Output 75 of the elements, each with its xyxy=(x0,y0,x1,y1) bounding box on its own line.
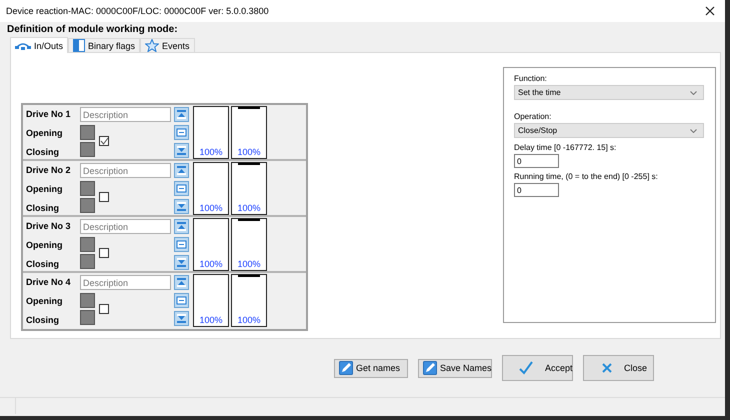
color-swatch[interactable] xyxy=(80,237,95,252)
opening-label: Opening xyxy=(26,184,64,194)
stop-icon[interactable] xyxy=(174,237,189,252)
move-down-icon[interactable] xyxy=(174,311,189,326)
tab[interactable]: In/Outs xyxy=(10,37,68,53)
description-field[interactable]: Description xyxy=(80,275,171,290)
color-swatch[interactable] xyxy=(80,142,95,157)
color-swatch[interactable] xyxy=(80,198,95,213)
closing-label: Closing xyxy=(26,203,60,213)
button[interactable]: Accept xyxy=(502,355,573,381)
field-label: Running time, (0 = to the end) [0 -255] s: xyxy=(514,172,658,181)
move-up-icon[interactable] xyxy=(174,219,189,234)
opening-label: Opening xyxy=(26,128,64,138)
move-down-icon[interactable] xyxy=(174,199,189,214)
meter-reading: 100% xyxy=(199,259,223,270)
meter-reading: 100% xyxy=(237,259,261,270)
checkbox[interactable] xyxy=(99,304,109,314)
drive-label: Drive No 3 xyxy=(26,221,72,231)
closing-label: Closing xyxy=(26,259,60,269)
meter-reading: 100% xyxy=(199,203,223,214)
button[interactable]: Save Names xyxy=(418,358,492,378)
move-down-icon[interactable] xyxy=(174,143,189,158)
input-field[interactable]: 0 xyxy=(514,183,559,197)
drive-label: Drive No 4 xyxy=(26,277,72,287)
field-label: Delay time [0 -167772. 15] s: xyxy=(514,143,616,152)
section-heading: Definition of module working mode: xyxy=(6,23,179,36)
field-label: Function: xyxy=(514,74,547,83)
move-up-icon[interactable] xyxy=(174,275,189,290)
button[interactable]: Get names xyxy=(334,358,408,378)
move-up-icon[interactable] xyxy=(174,107,189,122)
opening-label: Opening xyxy=(26,296,64,306)
closing-label: Closing xyxy=(26,147,60,157)
checkbox[interactable] xyxy=(99,248,109,258)
checkbox[interactable] xyxy=(99,192,109,202)
stop-icon[interactable] xyxy=(174,293,189,308)
star-icon xyxy=(145,39,160,52)
dropdown[interactable]: Close/Stop xyxy=(514,123,704,138)
tab[interactable]: Binary flags xyxy=(68,38,140,52)
description-field[interactable]: Description xyxy=(80,163,171,178)
check-icon xyxy=(100,137,108,145)
meter-reading: 100% xyxy=(237,315,261,326)
edit-icon xyxy=(423,361,437,375)
chevron-icon xyxy=(690,128,697,132)
edit-icon xyxy=(339,361,353,375)
tab[interactable]: Events xyxy=(140,38,195,52)
meter-reading: 100% xyxy=(237,203,261,214)
input-field[interactable]: 0 xyxy=(514,154,559,168)
drive-label: Drive No 1 xyxy=(26,109,72,119)
opening-label: Opening xyxy=(26,240,64,250)
closing-label: Closing xyxy=(26,315,60,325)
move-up-icon[interactable] xyxy=(174,163,189,178)
meter-reading: 100% xyxy=(199,147,223,158)
color-swatch[interactable] xyxy=(80,181,95,196)
checkbox[interactable] xyxy=(99,136,109,146)
close-icon[interactable] xyxy=(705,6,715,16)
color-swatch[interactable] xyxy=(80,310,95,325)
description-field[interactable]: Description xyxy=(80,107,171,122)
color-swatch[interactable] xyxy=(80,254,95,269)
field-label: Operation: xyxy=(514,112,552,121)
chevron-icon xyxy=(690,90,697,94)
cable-icon xyxy=(15,40,31,50)
meter-reading: 100% xyxy=(237,147,261,158)
close-icon xyxy=(602,363,612,373)
description-field[interactable]: Description xyxy=(80,219,171,234)
stop-icon[interactable] xyxy=(174,125,189,140)
color-swatch[interactable] xyxy=(80,293,95,308)
meter-reading: 100% xyxy=(199,315,223,326)
move-down-icon[interactable] xyxy=(174,255,189,270)
stop-icon[interactable] xyxy=(174,181,189,196)
window-title: Device reaction-MAC: 0000C00F/LOC: 0000C00F ver: 5.0.0.3800 xyxy=(6,6,270,16)
drive-label: Drive No 2 xyxy=(26,165,72,175)
dropdown[interactable]: Set the time xyxy=(514,85,704,100)
checkmark-icon xyxy=(519,361,533,375)
button[interactable]: Close xyxy=(583,355,654,381)
color-swatch[interactable] xyxy=(80,125,95,140)
